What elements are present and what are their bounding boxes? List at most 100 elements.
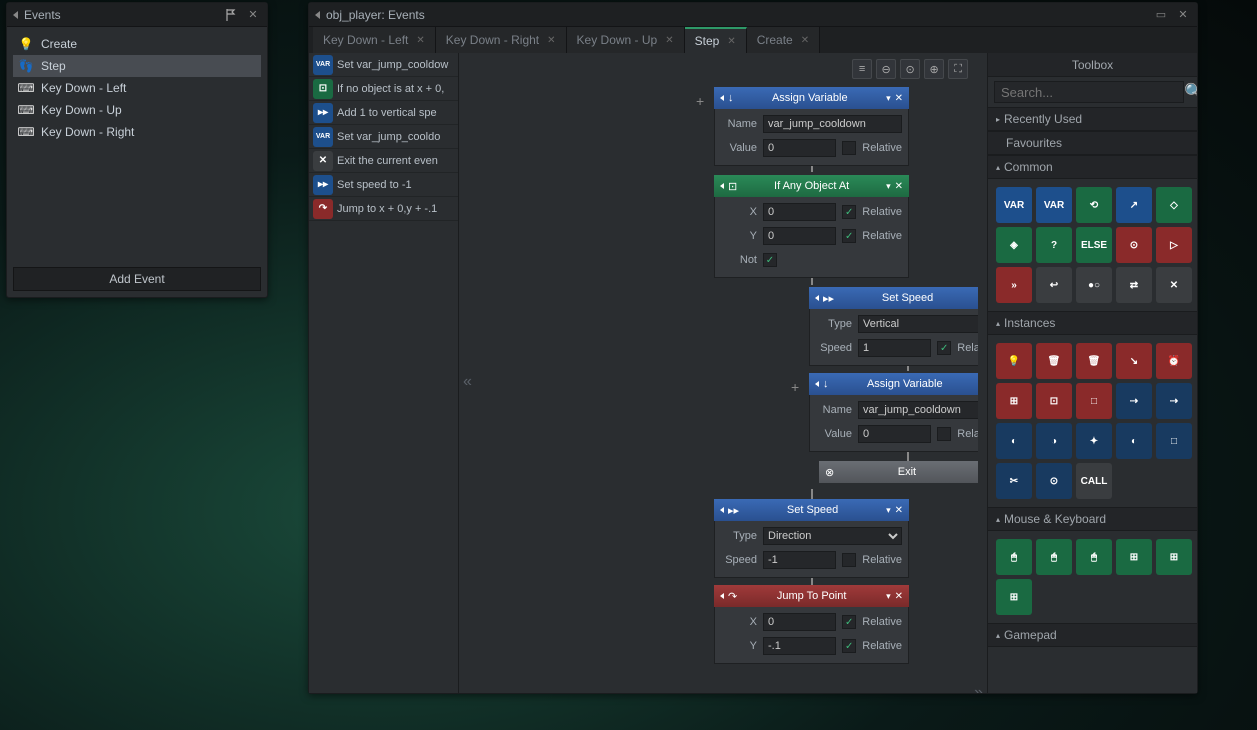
- x-input[interactable]: [763, 613, 836, 631]
- section-favourites[interactable]: Favourites: [988, 131, 1197, 155]
- zoom-reset-icon[interactable]: ⊙: [900, 59, 920, 79]
- tool-item[interactable]: ↘: [1116, 343, 1152, 379]
- action-row[interactable]: VARSet var_jump_cooldow: [309, 53, 458, 77]
- collapse-right-icon[interactable]: »: [974, 684, 983, 693]
- node-set-speed[interactable]: ▸▸Set Speed▾✕ TypeDirection SpeedRelativ…: [714, 499, 909, 578]
- tool-item[interactable]: ⊞: [996, 383, 1032, 419]
- tab-step[interactable]: Step✕: [685, 27, 747, 53]
- tool-item[interactable]: ◈: [996, 227, 1032, 263]
- action-row[interactable]: VAR Set var_jump_cooldo: [309, 125, 458, 149]
- collapse-icon[interactable]: [720, 507, 724, 513]
- flag-icon[interactable]: [223, 7, 239, 23]
- section-common[interactable]: ▴Common: [988, 155, 1197, 179]
- tool-item[interactable]: ◐: [1116, 423, 1152, 459]
- close-icon[interactable]: ✕: [547, 35, 555, 46]
- action-row[interactable]: ✕ Exit the current even: [309, 149, 458, 173]
- close-icon[interactable]: ✕: [727, 36, 735, 47]
- value-input[interactable]: [763, 139, 836, 157]
- name-input[interactable]: [763, 115, 902, 133]
- tool-item[interactable]: ⇄: [1116, 267, 1152, 303]
- tool-item[interactable]: ⟲: [1076, 187, 1112, 223]
- section-recent[interactable]: ▸Recently Used: [988, 107, 1197, 131]
- close-icon[interactable]: ✕: [895, 591, 903, 602]
- type-select[interactable]: Direction: [763, 527, 902, 545]
- tool-item[interactable]: 💡: [996, 343, 1032, 379]
- node-jump-to-point[interactable]: ↷Jump To Point▾✕ XRelative YRelative: [714, 585, 909, 664]
- search-icon[interactable]: 🔍: [1184, 82, 1197, 102]
- action-row[interactable]: ▸▸Set speed to -1: [309, 173, 458, 197]
- tool-item[interactable]: ◑: [1036, 423, 1072, 459]
- tool-item[interactable]: ✕: [1156, 267, 1192, 303]
- tab-create[interactable]: Create✕: [747, 27, 820, 53]
- y-input[interactable]: [763, 227, 836, 245]
- tool-item[interactable]: ⇢: [1116, 383, 1152, 419]
- close-icon[interactable]: ✕: [245, 7, 261, 23]
- chevron-down-icon[interactable]: ▾: [886, 505, 891, 516]
- zoom-out-icon[interactable]: ⊖: [876, 59, 896, 79]
- event-row-create[interactable]: 💡Create: [13, 33, 261, 55]
- main-titlebar[interactable]: obj_player: Events ▭ ✕: [309, 3, 1197, 27]
- tool-item[interactable]: VAR: [1036, 187, 1072, 223]
- tool-item[interactable]: □: [1156, 423, 1192, 459]
- tab-key-up[interactable]: Key Down - Up✕: [567, 27, 685, 53]
- relative-checkbox[interactable]: [842, 229, 856, 243]
- relative-checkbox[interactable]: [842, 639, 856, 653]
- chevron-down-icon[interactable]: ▾: [886, 93, 891, 104]
- tab-key-right[interactable]: Key Down - Right✕: [436, 27, 567, 53]
- tool-item[interactable]: 🖱: [996, 539, 1032, 575]
- tab-key-left[interactable]: Key Down - Left✕: [313, 27, 436, 53]
- node-set-speed[interactable]: ▸▸Set Speed▾✕ TypeVertical SpeedRelative: [809, 287, 978, 366]
- event-row-key-up[interactable]: ⌨Key Down - Up: [13, 99, 261, 121]
- node-exit[interactable]: ⊗Exit✕: [819, 461, 978, 483]
- add-event-button[interactable]: Add Event: [13, 267, 261, 291]
- tool-item[interactable]: ✂: [996, 463, 1032, 499]
- tool-item[interactable]: ELSE: [1076, 227, 1112, 263]
- action-row[interactable]: ↷Jump to x + 0,y + -.1: [309, 197, 458, 221]
- tool-item[interactable]: 🗑: [1076, 343, 1112, 379]
- tool-item[interactable]: ⊙: [1036, 463, 1072, 499]
- close-icon[interactable]: ✕: [1175, 7, 1191, 23]
- event-row-step[interactable]: 👣Step: [13, 55, 261, 77]
- relative-checkbox[interactable]: [842, 553, 856, 567]
- name-input[interactable]: [858, 401, 978, 419]
- tool-item[interactable]: ▷: [1156, 227, 1192, 263]
- speed-input[interactable]: [858, 339, 931, 357]
- relative-checkbox[interactable]: [842, 205, 856, 219]
- node-assign-variable[interactable]: ↓Assign Variable▾✕ Name ValueRelative: [809, 373, 978, 452]
- collapse-icon[interactable]: [720, 95, 724, 101]
- tool-item[interactable]: ⇢: [1156, 383, 1192, 419]
- not-checkbox[interactable]: [763, 253, 777, 267]
- y-input[interactable]: [763, 637, 836, 655]
- collapse-left-icon[interactable]: «: [463, 373, 472, 391]
- event-row-key-right[interactable]: ⌨Key Down - Right: [13, 121, 261, 143]
- action-row[interactable]: ▸▸ Add 1 to vertical spe: [309, 101, 458, 125]
- close-icon[interactable]: ✕: [416, 35, 424, 46]
- close-icon[interactable]: ✕: [895, 93, 903, 104]
- tool-item[interactable]: 🗑: [1036, 343, 1072, 379]
- section-instances[interactable]: ▴Instances: [988, 311, 1197, 335]
- value-input[interactable]: [858, 425, 931, 443]
- collapse-icon[interactable]: [720, 183, 724, 189]
- relative-checkbox[interactable]: [937, 427, 951, 441]
- x-input[interactable]: [763, 203, 836, 221]
- collapse-icon[interactable]: [720, 593, 724, 599]
- chevron-down-icon[interactable]: ▾: [886, 181, 891, 192]
- collapse-icon[interactable]: [815, 295, 819, 301]
- tool-item[interactable]: ●○: [1076, 267, 1112, 303]
- section-gamepad[interactable]: ▴Gamepad: [988, 623, 1197, 647]
- tool-item[interactable]: ⊞: [1156, 539, 1192, 575]
- close-icon[interactable]: ✕: [895, 505, 903, 516]
- event-row-key-left[interactable]: ⌨Key Down - Left: [13, 77, 261, 99]
- tool-item[interactable]: ↩: [1036, 267, 1072, 303]
- tool-item[interactable]: 🖱: [1076, 539, 1112, 575]
- tool-item[interactable]: VAR: [996, 187, 1032, 223]
- add-icon[interactable]: +: [696, 93, 704, 109]
- tool-item[interactable]: ⊙: [1116, 227, 1152, 263]
- tool-item[interactable]: »: [996, 267, 1032, 303]
- tool-item[interactable]: □: [1076, 383, 1112, 419]
- tool-item[interactable]: ◐: [996, 423, 1032, 459]
- collapse-icon[interactable]: [13, 11, 18, 19]
- add-icon[interactable]: +: [791, 379, 799, 395]
- node-if-object-at[interactable]: ⊡If Any Object At▾✕ XRelative YRelative …: [714, 175, 909, 278]
- events-titlebar[interactable]: Events ✕: [7, 3, 267, 27]
